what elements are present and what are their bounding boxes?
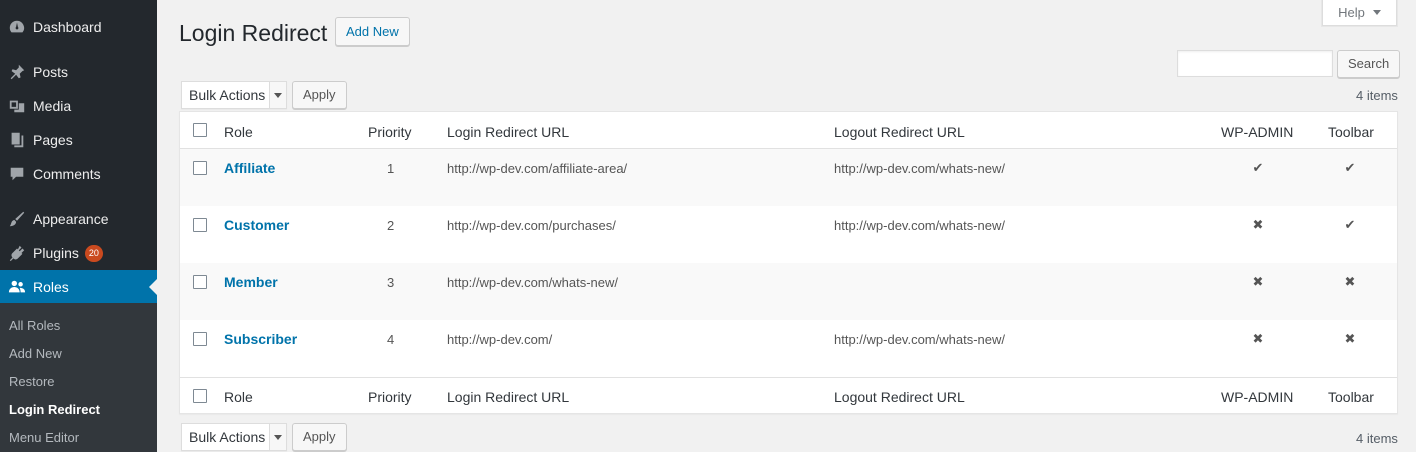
sidebar-item-posts[interactable]: Posts [0, 55, 157, 89]
row-checkbox[interactable] [193, 218, 207, 232]
column-footer-priority[interactable]: Priority [368, 389, 412, 405]
sidebar-item-media[interactable]: Media [0, 89, 157, 123]
table-row: Affiliate 1 http://wp-dev.com/affiliate-… [180, 149, 1397, 206]
column-header-login-url[interactable]: Login Redirect URL [447, 124, 569, 140]
column-header-role[interactable]: Role [224, 124, 253, 140]
submenu-item-login-redirect[interactable]: Login Redirect [9, 402, 100, 417]
search-input[interactable] [1177, 50, 1333, 77]
submenu-item-menu-editor[interactable]: Menu Editor [9, 430, 79, 445]
sidebar-item-pages[interactable]: Pages [0, 123, 157, 157]
bulk-actions-select-top[interactable]: Bulk Actions [181, 81, 287, 109]
cross-icon: ✖ [1252, 331, 1264, 346]
sidebar-item-label: Comments [33, 166, 101, 182]
login-url-value: http://wp-dev.com/whats-new/ [447, 275, 618, 290]
sidebar-item-label: Appearance [33, 211, 109, 227]
items-count-bottom: 4 items [1356, 431, 1398, 446]
apply-button-top[interactable]: Apply [292, 81, 347, 109]
column-footer-wp-admin: WP-ADMIN [1221, 389, 1294, 405]
column-footer-role[interactable]: Role [224, 389, 253, 405]
column-header-wp-admin: WP-ADMIN [1221, 124, 1294, 140]
table-row: Customer 2 http://wp-dev.com/purchases/ … [180, 206, 1397, 263]
role-link[interactable]: Customer [224, 217, 289, 233]
check-icon: ✔ [1344, 217, 1356, 232]
sidebar-item-label: Posts [33, 64, 69, 80]
table-header-row: Role Priority Login Redirect URL Logout … [180, 112, 1397, 149]
table-row: Subscriber 4 http://wp-dev.com/ http://w… [180, 320, 1397, 377]
cross-icon: ✖ [1252, 217, 1264, 232]
media-icon [0, 97, 33, 115]
sidebar-item-roles[interactable]: Roles [0, 270, 157, 304]
bulk-actions-label: Bulk Actions [189, 429, 266, 445]
sidebar-item-label: Plugins [33, 245, 79, 261]
login-url-value: http://wp-dev.com/affiliate-area/ [447, 161, 628, 176]
help-tab-button[interactable]: Help [1322, 0, 1397, 26]
submenu-item-all-roles[interactable]: All Roles [9, 318, 60, 333]
row-checkbox[interactable] [193, 275, 207, 289]
items-count-top: 4 items [1356, 88, 1398, 103]
sidebar-item-plugins[interactable]: Plugins 20 [0, 236, 157, 270]
priority-value: 3 [387, 275, 395, 290]
dropdown-arrow-icon [269, 424, 286, 450]
roles-submenu: All Roles Add New Restore Login Redirect… [0, 303, 157, 452]
row-checkbox[interactable] [193, 161, 207, 175]
login-url-value: http://wp-dev.com/ [447, 332, 553, 347]
check-icon: ✔ [1344, 160, 1356, 175]
column-footer-login-url[interactable]: Login Redirect URL [447, 389, 569, 405]
sidebar-item-appearance[interactable]: Appearance [0, 202, 157, 236]
sidebar-item-label: Roles [33, 279, 69, 295]
sidebar-item-dashboard[interactable]: Dashboard [0, 10, 157, 44]
column-header-logout-url[interactable]: Logout Redirect URL [834, 124, 965, 140]
users-icon [0, 278, 33, 296]
login-url-value: http://wp-dev.com/purchases/ [447, 218, 616, 233]
role-link[interactable]: Subscriber [224, 331, 297, 347]
column-footer-logout-url[interactable]: Logout Redirect URL [834, 389, 965, 405]
pin-icon [0, 63, 33, 81]
caret-down-icon [1372, 10, 1381, 15]
table-footer-row: Role Priority Login Redirect URL Logout … [180, 377, 1397, 414]
update-count-badge: 20 [84, 244, 103, 262]
bulk-actions-label: Bulk Actions [189, 87, 266, 103]
login-redirect-table: Role Priority Login Redirect URL Logout … [179, 111, 1398, 414]
priority-value: 1 [387, 161, 395, 176]
cross-icon: ✖ [1252, 274, 1264, 289]
active-menu-arrow [149, 279, 157, 295]
sidebar-item-label: Pages [33, 132, 73, 148]
check-icon: ✔ [1252, 160, 1264, 175]
submenu-item-restore[interactable]: Restore [9, 374, 55, 389]
role-link[interactable]: Member [224, 274, 278, 290]
sidebar-item-label: Media [33, 98, 72, 114]
logout-url-value: http://wp-dev.com/whats-new/ [834, 218, 1005, 233]
role-link[interactable]: Affiliate [224, 160, 275, 176]
table-row: Member 3 http://wp-dev.com/whats-new/ ✖ … [180, 263, 1397, 320]
admin-sidebar: Dashboard Posts Media Pages Comments App… [0, 0, 157, 452]
dashboard-icon [0, 18, 33, 36]
sidebar-item-comments[interactable]: Comments [0, 157, 157, 191]
row-checkbox[interactable] [193, 332, 207, 346]
plugin-icon [0, 244, 33, 262]
priority-value: 4 [387, 332, 395, 347]
sidebar-item-label: Dashboard [33, 19, 102, 35]
page-title: Login Redirect [179, 20, 328, 46]
select-all-checkbox-footer[interactable] [193, 389, 207, 403]
submenu-item-add-new[interactable]: Add New [9, 346, 62, 361]
select-all-checkbox[interactable] [193, 123, 207, 137]
help-label: Help [1338, 5, 1365, 20]
cross-icon: ✖ [1344, 274, 1356, 289]
search-button[interactable]: Search [1337, 50, 1401, 78]
column-header-toolbar: Toolbar [1328, 124, 1374, 140]
column-footer-toolbar: Toolbar [1328, 389, 1374, 405]
logout-url-value: http://wp-dev.com/whats-new/ [834, 161, 1005, 176]
paintbrush-icon [0, 210, 33, 228]
priority-value: 2 [387, 218, 395, 233]
cross-icon: ✖ [1344, 331, 1356, 346]
logout-url-value: http://wp-dev.com/whats-new/ [834, 332, 1005, 347]
add-new-button[interactable]: Add New [335, 17, 410, 46]
pages-icon [0, 131, 33, 149]
bulk-actions-select-bottom[interactable]: Bulk Actions [181, 423, 287, 451]
dropdown-arrow-icon [269, 82, 286, 108]
comment-icon [0, 165, 33, 183]
apply-button-bottom[interactable]: Apply [292, 423, 347, 451]
column-header-priority[interactable]: Priority [368, 124, 412, 140]
